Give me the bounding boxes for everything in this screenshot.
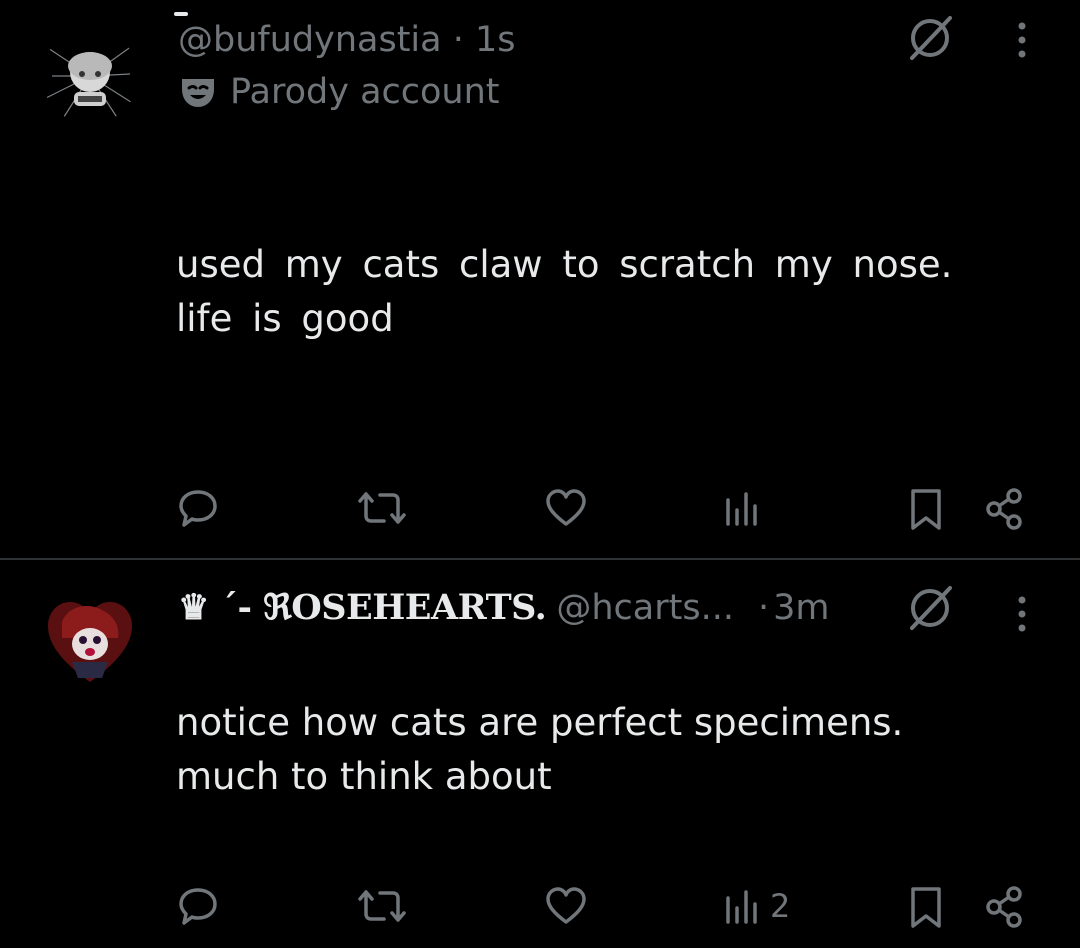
speech-bubble-icon <box>176 486 220 530</box>
repost-arrows-icon <box>356 486 408 530</box>
grok-icon[interactable] <box>904 582 956 634</box>
post-header: @bufudynastia · 1s <box>178 18 516 62</box>
view-count: 2 <box>770 887 791 925</box>
avatar-image <box>42 592 138 688</box>
post-time[interactable]: 1s <box>475 20 516 60</box>
heart-icon <box>544 884 588 928</box>
repost-button[interactable] <box>356 486 414 530</box>
views-button[interactable]: 2 <box>720 884 790 928</box>
avatar[interactable] <box>42 592 138 688</box>
repost-arrows-icon <box>356 884 408 928</box>
like-button[interactable] <box>544 884 594 928</box>
parody-badge: Parody account <box>178 70 500 114</box>
more-options-icon[interactable] <box>1010 20 1034 60</box>
share-button[interactable] <box>982 486 1028 532</box>
share-nodes-icon <box>982 486 1028 532</box>
more-options-icon[interactable] <box>1010 594 1034 634</box>
grok-icon[interactable] <box>904 12 956 64</box>
display-name[interactable]: ♛ ´- ℜOSEHEARTS. <box>178 586 547 630</box>
heart-icon <box>544 486 588 530</box>
post-2[interactable]: ♛ ´- ℜOSEHEARTS. @hcarts... · 3m notice … <box>0 560 1080 948</box>
post-1[interactable]: @bufudynastia · 1s Parody account used m… <box>0 0 1080 558</box>
bar-chart-icon <box>720 486 764 530</box>
reply-button[interactable] <box>176 486 226 530</box>
separator-dot: · <box>757 588 770 628</box>
post-text: notice how cats are perfect specimens. m… <box>176 701 904 798</box>
post-header: ♛ ´- ℜOSEHEARTS. @hcarts... · 3m <box>178 586 829 630</box>
bookmark-icon <box>906 486 946 534</box>
share-button[interactable] <box>982 884 1028 930</box>
user-handle[interactable]: @bufudynastia <box>178 20 442 60</box>
like-button[interactable] <box>544 486 594 530</box>
separator-dot: · <box>452 20 464 60</box>
theater-mask-icon <box>178 75 218 109</box>
bar-chart-icon <box>720 884 764 928</box>
share-nodes-icon <box>982 884 1028 930</box>
speech-bubble-icon <box>176 884 220 928</box>
reply-button[interactable] <box>176 884 226 928</box>
post-text: used my cats claw to scratch my nose. li… <box>176 243 953 340</box>
user-handle[interactable]: @hcarts... <box>556 586 734 630</box>
views-button[interactable] <box>720 486 770 530</box>
bookmark-button[interactable] <box>906 884 946 932</box>
bookmark-button[interactable] <box>906 486 946 534</box>
bookmark-icon <box>906 884 946 932</box>
avatar-image <box>42 28 138 124</box>
parody-label: Parody account <box>230 72 500 112</box>
name-dash-mark <box>174 12 188 16</box>
post-time[interactable]: 3m <box>773 586 829 630</box>
avatar[interactable] <box>42 28 138 124</box>
repost-button[interactable] <box>356 884 414 928</box>
